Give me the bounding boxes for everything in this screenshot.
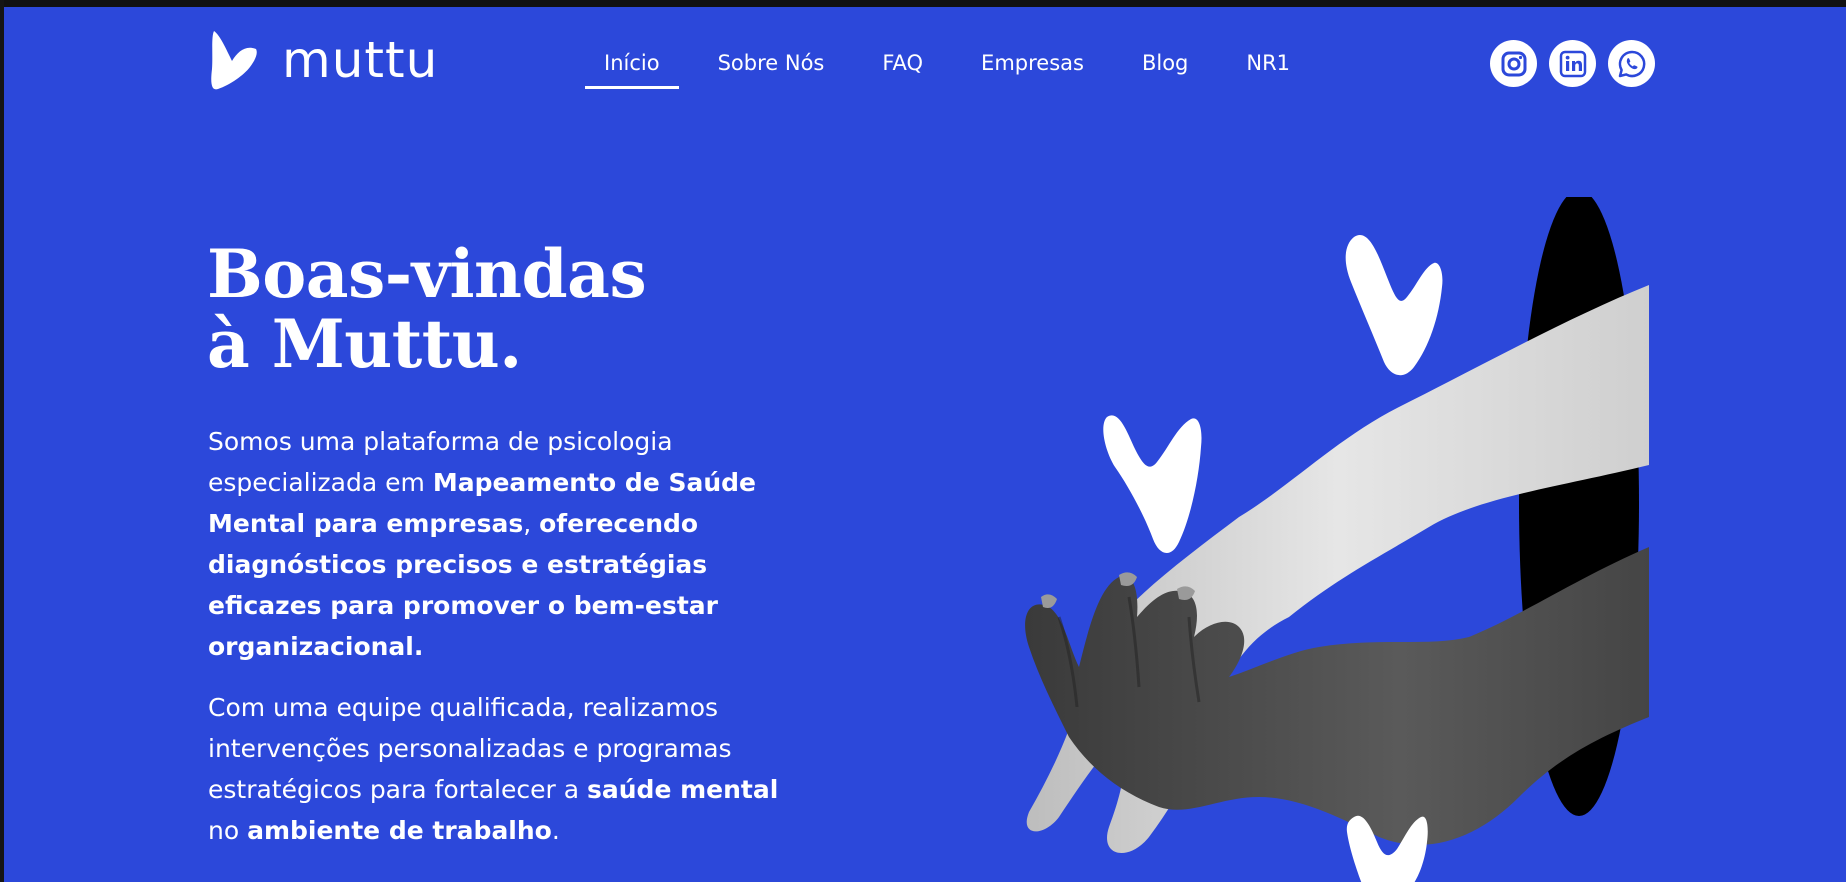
fingernail bbox=[1119, 572, 1137, 586]
hero-title-line-2: à Muttu. bbox=[207, 305, 522, 383]
p1-text-2: , bbox=[523, 509, 540, 538]
p2-bold-2: ambiente de trabalho bbox=[247, 816, 552, 845]
muttu-shape-icon bbox=[1103, 415, 1202, 554]
whatsapp-icon bbox=[1618, 50, 1645, 77]
nav-item-faq[interactable]: FAQ bbox=[863, 37, 942, 89]
hero-paragraph-2: Com uma equipe qualificada, realizamos i… bbox=[208, 687, 808, 851]
instagram-icon bbox=[1501, 51, 1526, 76]
instagram-link[interactable] bbox=[1490, 40, 1537, 87]
nav-item-empresas[interactable]: Empresas bbox=[962, 37, 1103, 89]
fingernail bbox=[1041, 594, 1057, 608]
linkedin-link[interactable] bbox=[1549, 40, 1596, 87]
nav-item-inicio[interactable]: Início bbox=[585, 37, 679, 89]
nav-item-blog[interactable]: Blog bbox=[1123, 37, 1207, 89]
p2-text-3: . bbox=[551, 816, 560, 845]
brand-logo[interactable]: muttu bbox=[210, 29, 438, 91]
p2-bold-1: saúde mental bbox=[587, 775, 779, 804]
page: muttu Início Sobre Nós FAQ Empresas Blog… bbox=[4, 7, 1846, 882]
nav-item-sobre-nos[interactable]: Sobre Nós bbox=[699, 37, 844, 89]
linkedin-icon bbox=[1559, 50, 1586, 77]
muttu-logo-icon bbox=[211, 31, 257, 90]
hero-illustration bbox=[1025, 197, 1649, 882]
p2-text-2: no bbox=[208, 816, 248, 845]
muttu-shape-icon bbox=[1345, 235, 1443, 376]
main-nav: Início Sobre Nós FAQ Empresas Blog NR1 bbox=[585, 37, 1329, 89]
brand-name: muttu bbox=[282, 31, 439, 89]
hero-paragraph-1: Somos uma plataforma de psicologia espec… bbox=[208, 421, 808, 667]
hero-title-line-1: Boas-vindas bbox=[207, 235, 647, 313]
nav-item-nr1[interactable]: NR1 bbox=[1227, 37, 1309, 89]
social-links bbox=[1490, 40, 1655, 87]
window-top-border bbox=[0, 0, 1846, 7]
hero-title: Boas-vindas à Muttu. bbox=[207, 235, 647, 383]
whatsapp-link[interactable] bbox=[1608, 40, 1655, 87]
